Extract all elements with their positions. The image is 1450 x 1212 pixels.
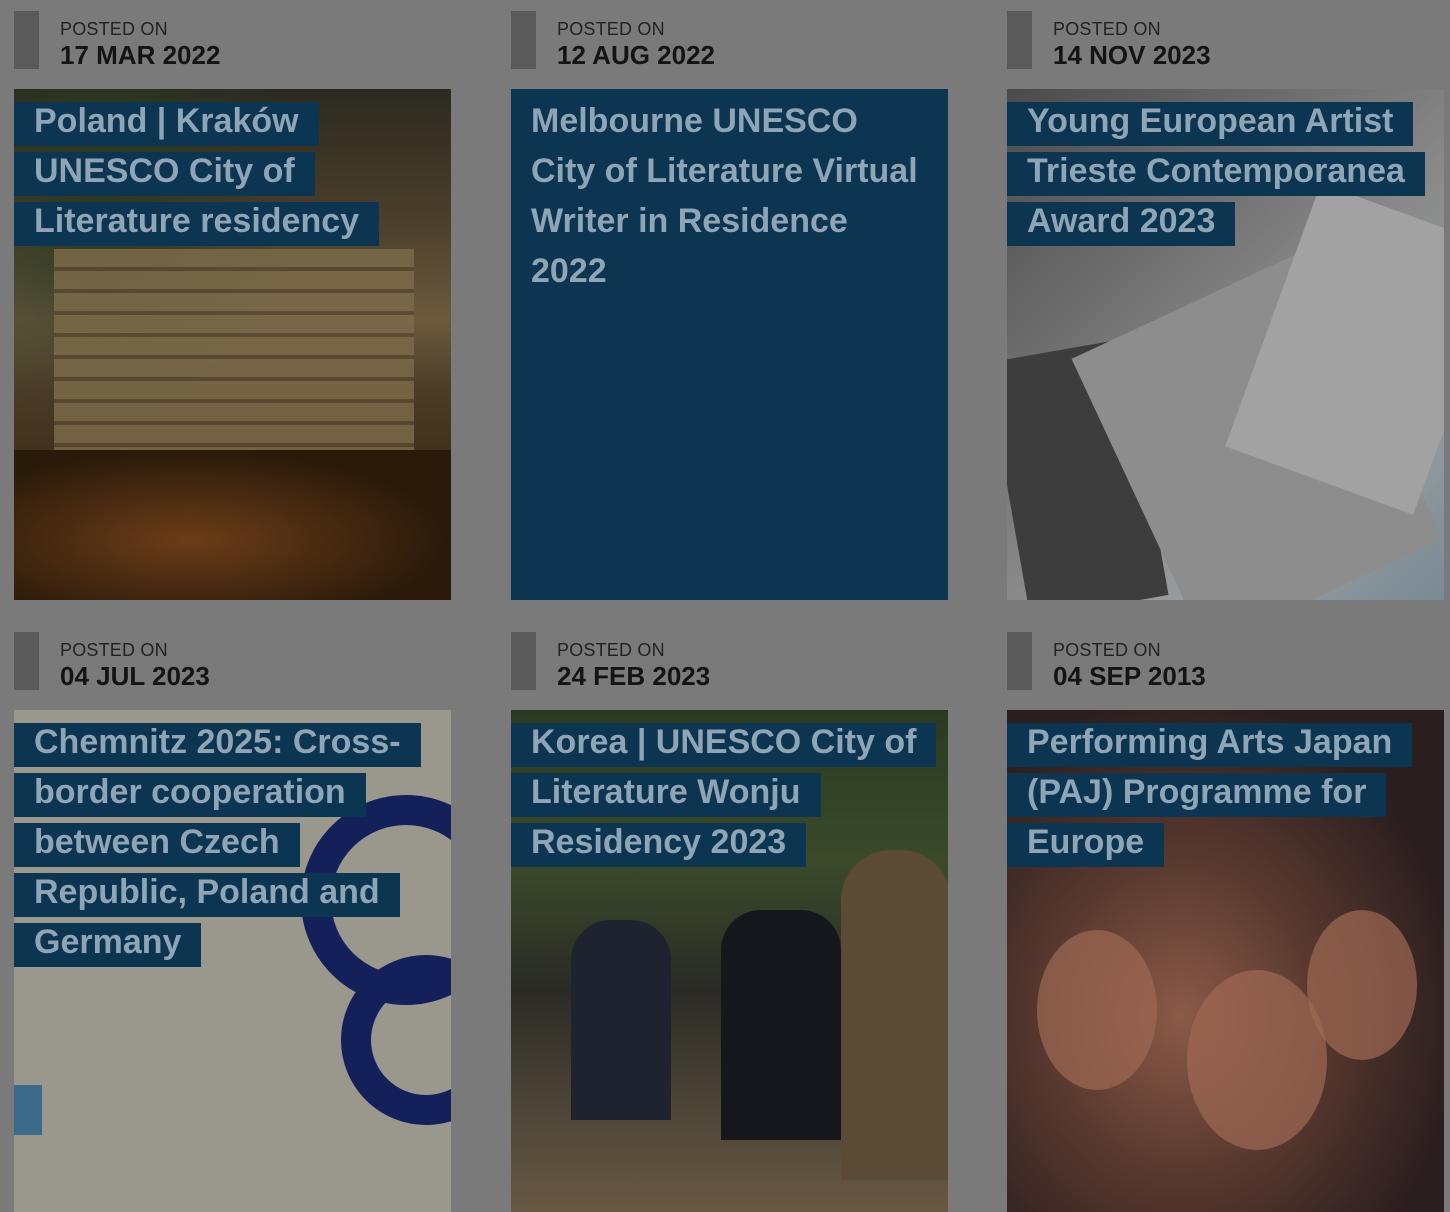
date-accent-bar xyxy=(14,11,39,69)
post-thumbnail[interactable]: Young European Artist Trieste Contempora… xyxy=(1007,89,1444,600)
post-thumbnail[interactable]: Melbourne UNESCO City of Literature Virt… xyxy=(511,89,948,600)
thumbnail-image-performer xyxy=(1307,910,1417,1060)
posted-on-label: POSTED ON xyxy=(60,640,168,660)
post-card[interactable]: POSTED ON 17 MAR 2022 Poland | Kraków UN… xyxy=(14,11,451,600)
thumbnail-image-statue xyxy=(841,850,948,1180)
post-title-text: Melbourne UNESCO City of Literature Virt… xyxy=(531,102,918,290)
post-card[interactable]: POSTED ON 14 NOV 2023 Young European Art… xyxy=(1007,11,1444,600)
post-card[interactable]: POSTED ON 04 JUL 2023 Chemnitz 2025: Cro… xyxy=(14,632,451,1212)
post-thumbnail[interactable]: Chemnitz 2025: Cross-border cooperation … xyxy=(14,710,451,1212)
posted-on: POSTED ON 24 FEB 2023 xyxy=(511,632,948,691)
thumbnail-image-performer xyxy=(1187,970,1327,1150)
posted-on-label: POSTED ON xyxy=(557,640,665,660)
post-title[interactable]: Performing Arts Japan (PAJ) Programme fo… xyxy=(1007,717,1427,867)
post-title[interactable]: Young European Artist Trieste Contempora… xyxy=(1007,96,1427,246)
date-accent-bar xyxy=(511,632,536,690)
date-accent-bar xyxy=(1007,11,1032,69)
posted-on: POSTED ON 04 SEP 2013 xyxy=(1007,632,1444,691)
date-accent-bar xyxy=(14,632,39,690)
posts-grid: POSTED ON 17 MAR 2022 Poland | Kraków UN… xyxy=(0,0,1450,1212)
post-card[interactable]: POSTED ON 24 FEB 2023 Korea | UNESCO Cit… xyxy=(511,632,948,1212)
post-date: 12 AUG 2022 xyxy=(557,40,716,70)
post-thumbnail[interactable]: Performing Arts Japan (PAJ) Programme fo… xyxy=(1007,710,1444,1212)
post-title[interactable]: Poland | Kraków UNESCO City of Literatur… xyxy=(14,96,434,246)
date-accent-bar xyxy=(511,11,536,69)
post-title[interactable]: Melbourne UNESCO City of Literature Virt… xyxy=(511,96,931,296)
post-title-text: Poland | Kraków UNESCO City of Literatur… xyxy=(14,102,380,246)
post-title[interactable]: Korea | UNESCO City of Literature Wonju … xyxy=(511,717,937,867)
post-title-text: Performing Arts Japan (PAJ) Programme fo… xyxy=(1007,723,1413,867)
post-card[interactable]: POSTED ON 12 AUG 2022 Melbourne UNESCO C… xyxy=(511,11,948,600)
post-title-text: Chemnitz 2025: Cross-border cooperation … xyxy=(14,723,421,967)
posted-on: POSTED ON 04 JUL 2023 xyxy=(14,632,451,691)
thumbnail-image xyxy=(54,249,414,469)
post-thumbnail[interactable]: Poland | Kraków UNESCO City of Literatur… xyxy=(14,89,451,600)
post-title[interactable]: Chemnitz 2025: Cross-border cooperation … xyxy=(14,717,434,967)
posted-on: POSTED ON 17 MAR 2022 xyxy=(14,11,451,70)
posted-on-label: POSTED ON xyxy=(60,19,168,39)
posted-on-label: POSTED ON xyxy=(557,19,665,39)
thumbnail-image-person xyxy=(721,910,841,1140)
post-date: 04 JUL 2023 xyxy=(60,661,210,691)
post-title-text: Korea | UNESCO City of Literature Wonju … xyxy=(511,723,937,867)
posted-on: POSTED ON 12 AUG 2022 xyxy=(511,11,948,70)
date-accent-bar xyxy=(1007,632,1032,690)
post-title-text: Young European Artist Trieste Contempora… xyxy=(1007,102,1425,246)
post-card[interactable]: POSTED ON 04 SEP 2013 Performing Arts Ja… xyxy=(1007,632,1444,1212)
post-date: 04 SEP 2013 xyxy=(1053,661,1206,691)
thumbnail-image xyxy=(571,920,671,1120)
thumbnail-image xyxy=(1037,930,1157,1090)
thumbnail-image-square xyxy=(14,1085,42,1135)
posted-on-label: POSTED ON xyxy=(1053,640,1161,660)
posted-on-label: POSTED ON xyxy=(1053,19,1161,39)
post-thumbnail[interactable]: Korea | UNESCO City of Literature Wonju … xyxy=(511,710,948,1212)
posted-on: POSTED ON 14 NOV 2023 xyxy=(1007,11,1444,70)
thumbnail-image-ground xyxy=(14,450,451,600)
post-date: 17 MAR 2022 xyxy=(60,40,221,70)
post-date: 14 NOV 2023 xyxy=(1053,40,1211,70)
post-date: 24 FEB 2023 xyxy=(557,661,711,691)
